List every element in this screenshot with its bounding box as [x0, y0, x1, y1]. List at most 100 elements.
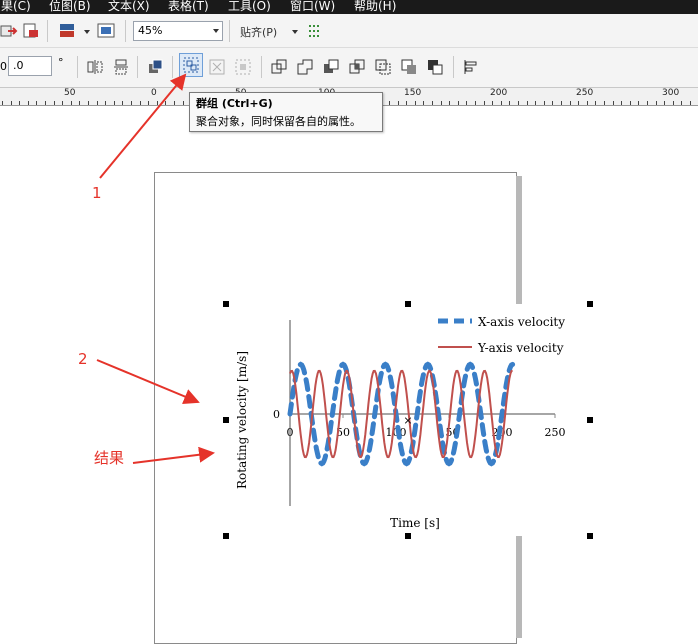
rotation-angle-field[interactable]: .0	[8, 56, 52, 76]
ruler-tick	[570, 101, 571, 105]
ruler-tick	[552, 101, 553, 105]
menu-item-table[interactable]: 表格(T)	[168, 0, 209, 14]
publish-pdf-icon[interactable]	[22, 22, 40, 40]
menu-item-bitmap[interactable]: 位图(B)	[49, 0, 91, 14]
zoom-level-field[interactable]: 45%	[133, 21, 223, 41]
ruler-tick	[398, 101, 399, 105]
ruler-tick	[122, 101, 123, 105]
ruler-tick	[518, 101, 519, 105]
front-minus-back-icon[interactable]	[400, 58, 418, 76]
ruler-tick	[441, 101, 442, 105]
selection-handle	[587, 301, 593, 307]
group-tooltip: 群组 (Ctrl+G) 聚合对象，同时保留各自的属性。	[189, 92, 383, 132]
options-icon[interactable]	[306, 22, 324, 40]
intersect-icon[interactable]	[348, 58, 366, 76]
ruler-tick	[449, 101, 450, 105]
ruler-label: 0	[151, 88, 157, 98]
ruler-tick	[509, 101, 510, 105]
ruler-tick	[681, 101, 682, 105]
ruler-tick	[54, 101, 55, 105]
ruler-tick	[501, 101, 502, 105]
group-button[interactable]	[179, 53, 203, 77]
annotation-label-2: 2	[78, 350, 88, 368]
ruler-tick	[165, 101, 166, 105]
ruler-tick	[587, 101, 588, 105]
annotation-label-result: 结果	[94, 449, 125, 467]
ruler-tick	[458, 101, 459, 105]
ruler-tick	[466, 101, 467, 105]
selection-handle	[405, 301, 411, 307]
ruler-tick	[578, 101, 579, 105]
annotation-label-1: 1	[92, 184, 102, 202]
ruler-tick	[389, 101, 390, 105]
ruler-tick	[475, 101, 476, 105]
ruler-tick	[432, 101, 433, 105]
ruler-tick	[140, 101, 141, 105]
group-objects-icon	[183, 57, 199, 73]
align-distribute-icon[interactable]	[462, 58, 480, 76]
ruler-tick	[621, 101, 622, 105]
selection-handle	[223, 301, 229, 307]
ruler-tick	[97, 101, 98, 105]
menu-item-help[interactable]: 帮助(H)	[354, 0, 396, 14]
mirror-vertical-icon[interactable]	[112, 58, 130, 76]
mirror-horizontal-icon[interactable]	[86, 58, 104, 76]
ruler-tick	[11, 101, 12, 105]
ruler-label: 250	[576, 88, 594, 98]
menu-bar: 果(C) 位图(B) 文本(X) 表格(T) 工具(O) 窗口(W) 帮助(H)	[0, 0, 698, 14]
ruler-label: 300	[662, 88, 680, 98]
tooltip-title: 群组 (Ctrl+G)	[196, 97, 273, 110]
chevron-down-icon[interactable]	[292, 30, 298, 34]
property-bar: 0 .0 °	[0, 48, 698, 88]
arrange-order-icon[interactable]	[147, 58, 165, 76]
ruler-label: 150	[404, 88, 422, 98]
selection-handle	[587, 533, 593, 539]
combine-icon[interactable]	[270, 58, 288, 76]
ruler-tick	[527, 101, 528, 105]
ruler-tick	[673, 101, 674, 105]
x-tick-label: 0	[287, 426, 294, 439]
menu-item-text[interactable]: 文本(X)	[108, 0, 150, 14]
ruler-tick	[604, 101, 605, 105]
weld-icon[interactable]	[296, 58, 314, 76]
rotation-prefix: 0	[0, 60, 7, 73]
ruler-tick	[2, 101, 3, 105]
legend-entry-0: X-axis velocity	[478, 315, 565, 329]
ruler-tick	[71, 101, 72, 105]
center-mark: ×	[403, 414, 412, 427]
ruler-tick	[174, 101, 175, 105]
chevron-down-icon[interactable]	[213, 29, 219, 33]
ruler-tick	[544, 101, 545, 105]
selection-handle	[405, 533, 411, 539]
y-axis-label: Rotating velocity [m/s]	[235, 351, 249, 489]
snap-to-button[interactable]: 贴齐(P)	[240, 24, 277, 40]
ruler-tick	[613, 101, 614, 105]
x-tick-label: 250	[545, 426, 566, 439]
ruler-tick	[415, 101, 416, 105]
application-launcher-icon[interactable]	[58, 22, 76, 40]
ruler-label: 50	[64, 88, 76, 98]
ruler-tick	[148, 101, 149, 105]
welcome-screen-icon[interactable]	[97, 22, 115, 40]
chart-object[interactable]: Rotating velocity [m/s] Time [s] 0 50 100 1…	[220, 298, 595, 542]
ruler-tick	[492, 101, 493, 105]
ruler-tick	[105, 101, 106, 105]
trim-icon[interactable]	[322, 58, 340, 76]
menu-item-tools[interactable]: 工具(O)	[228, 0, 271, 14]
ruler-tick	[630, 101, 631, 105]
ungroup-all-icon[interactable]	[234, 58, 252, 76]
selection-handle	[223, 417, 229, 423]
menu-item-effects[interactable]: 果(C)	[1, 0, 31, 14]
ungroup-icon[interactable]	[208, 58, 226, 76]
back-minus-front-icon[interactable]	[426, 58, 444, 76]
menu-item-window[interactable]: 窗口(W)	[290, 0, 335, 14]
ruler-tick	[157, 101, 158, 105]
ruler-tick	[62, 101, 63, 105]
ruler-tick	[36, 101, 37, 105]
simplify-icon[interactable]	[374, 58, 392, 76]
ruler-tick	[664, 101, 665, 105]
ruler-tick	[131, 101, 132, 105]
ruler-tick	[484, 101, 485, 105]
export-icon[interactable]	[0, 22, 18, 40]
chevron-down-icon[interactable]	[84, 30, 90, 34]
